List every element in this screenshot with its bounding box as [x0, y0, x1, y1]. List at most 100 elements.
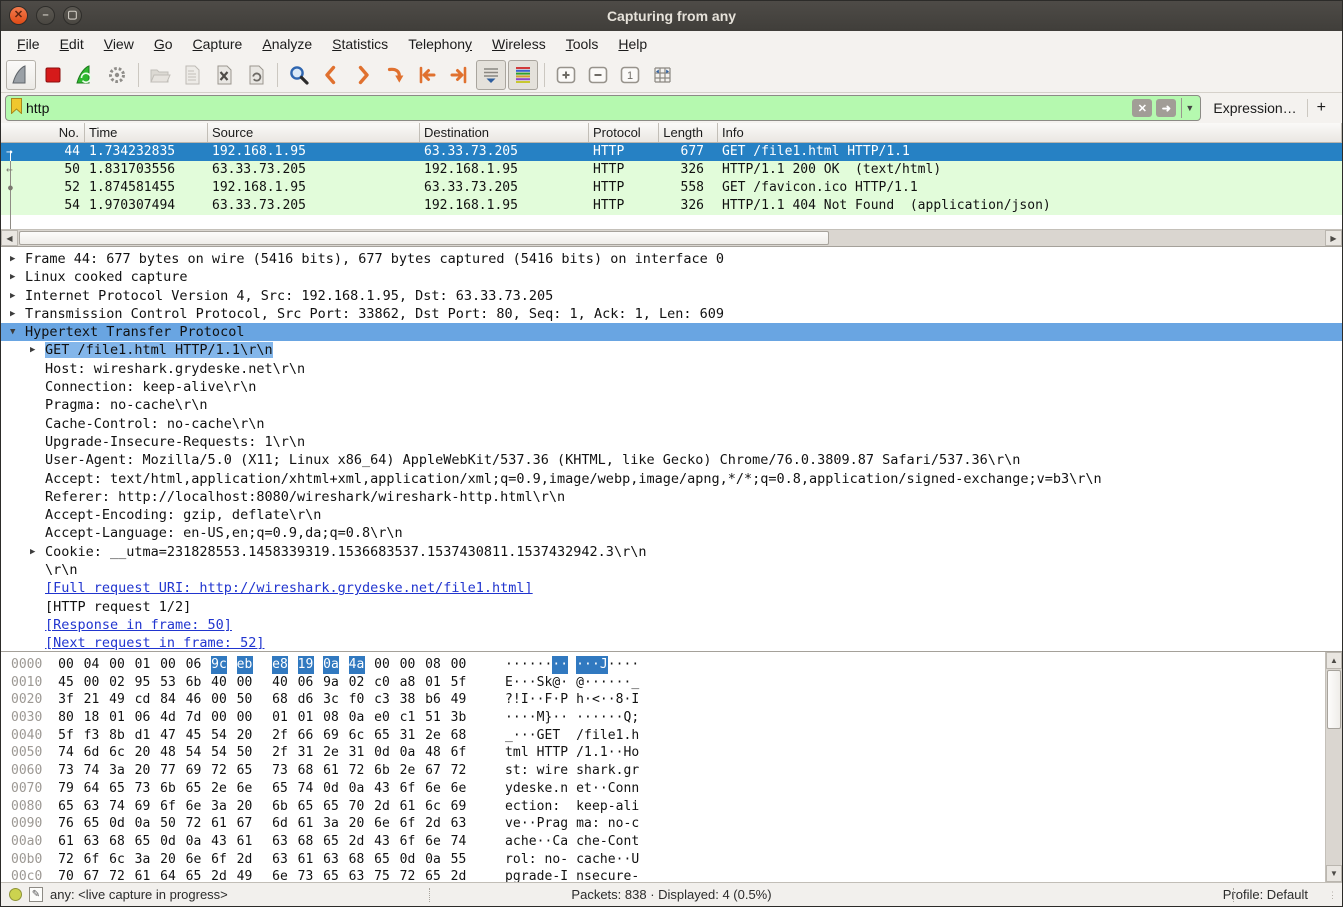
hex-row[interactable]: 00c07067726164652d496e7365637572652dpgra…	[1, 868, 1325, 882]
horizontal-scrollbar[interactable]: ◀ ▶	[1, 229, 1342, 246]
menu-help[interactable]: Help	[608, 33, 657, 55]
collapsed-arrow-icon[interactable]: ▶	[10, 305, 15, 323]
collapsed-arrow-icon[interactable]: ▶	[10, 268, 15, 286]
toolbar-file-close-button[interactable]	[209, 60, 239, 90]
detail-line[interactable]: ▶Transmission Control Protocol, Src Port…	[1, 305, 1342, 323]
hscroll-track[interactable]	[18, 230, 1325, 246]
expression-button[interactable]: Expression…	[1213, 100, 1296, 116]
hex-row[interactable]: 00405ff38bd1474554202f66696c65312e68_···…	[1, 727, 1325, 745]
menu-wireless[interactable]: Wireless	[482, 33, 556, 55]
detail-line[interactable]: \r\n	[1, 561, 1342, 579]
detail-line[interactable]: Pragma: no-cache\r\n	[1, 396, 1342, 414]
hex-row[interactable]: 0050746d6c20485454502f312e310d0a486ftml …	[1, 744, 1325, 762]
detail-line[interactable]: ▶Linux cooked capture	[1, 268, 1342, 286]
toolbar-resize-columns-button[interactable]	[647, 60, 677, 90]
packet-row[interactable]: ←501.83170355663.33.73.205192.168.1.95HT…	[1, 161, 1342, 179]
detail-line[interactable]: Upgrade-Insecure-Requests: 1\r\n	[1, 433, 1342, 451]
scroll-up-icon[interactable]: ▲	[1326, 652, 1342, 669]
detail-line[interactable]: Accept-Encoding: gzip, deflate\r\n	[1, 506, 1342, 524]
column-header-info[interactable]: Info	[718, 123, 1342, 142]
display-filter-input[interactable]	[22, 100, 1128, 116]
detail-line[interactable]: ▶Cookie: __utma=231828553.1458339319.153…	[1, 543, 1342, 561]
resize-grip[interactable]: ⋮⋮	[1328, 893, 1338, 903]
toolbar-go-back-button[interactable]	[316, 60, 346, 90]
packet-row[interactable]: →441.734232835192.168.1.9563.33.73.205HT…	[1, 143, 1342, 161]
hex-row[interactable]: 001045000295536b400040069a02c0a8015fE···…	[1, 674, 1325, 692]
maximize-window-icon[interactable]: ▢	[63, 6, 82, 25]
toolbar-go-forward-button[interactable]	[348, 60, 378, 90]
close-window-icon[interactable]: ✕	[9, 6, 28, 25]
collapsed-arrow-icon[interactable]: ▶	[10, 250, 15, 268]
add-filter-button-button[interactable]: +	[1308, 99, 1336, 117]
toolbar-find-packet-button[interactable]	[284, 60, 314, 90]
detail-line[interactable]: ▶Internet Protocol Version 4, Src: 192.1…	[1, 287, 1342, 305]
hex-row[interactable]: 006073743a2077697265736861726b2e6772st: …	[1, 762, 1325, 780]
hex-row[interactable]: 0030801801064d7d00000101080ae0c1513b····…	[1, 709, 1325, 727]
detail-line[interactable]: Accept: text/html,application/xhtml+xml,…	[1, 470, 1342, 488]
detail-line[interactable]: User-Agent: Mozilla/5.0 (X11; Linux x86_…	[1, 451, 1342, 469]
scroll-left-icon[interactable]: ◀	[1, 230, 18, 246]
capture-comment-icon[interactable]: ✎	[29, 887, 43, 902]
column-header-protocol[interactable]: Protocol	[589, 123, 659, 142]
menu-file[interactable]: File	[7, 33, 50, 55]
toolbar-file-save-button[interactable]	[177, 60, 207, 90]
toolbar-zoom-in-button[interactable]	[551, 60, 581, 90]
vscroll-track[interactable]	[1326, 669, 1342, 865]
toolbar-capture-options-button[interactable]	[102, 60, 132, 90]
column-header-time[interactable]: Time	[85, 123, 208, 142]
hex-row[interactable]: 0070796465736b652e6e65740d0a436f6e6eydes…	[1, 780, 1325, 798]
toolbar-colorize-button[interactable]	[508, 60, 538, 90]
column-header-no[interactable]: No.	[1, 123, 85, 142]
menu-telephony[interactable]: Telephony	[398, 33, 482, 55]
apply-filter-icon[interactable]: ➜	[1156, 99, 1176, 117]
toolbar-go-first-button[interactable]	[412, 60, 442, 90]
detail-line[interactable]: Host: wireshark.grydeske.net\r\n	[1, 360, 1342, 378]
vscroll-thumb[interactable]	[1327, 670, 1341, 729]
toolbar-auto-scroll-button[interactable]	[476, 60, 506, 90]
hex-row[interactable]: 00000004000100069cebe8190a4a00000800····…	[1, 656, 1325, 674]
detail-line[interactable]: Accept-Language: en-US,en;q=0.9,da;q=0.8…	[1, 524, 1342, 542]
vertical-scrollbar[interactable]: ▲ ▼	[1325, 652, 1342, 882]
hex-row[interactable]: 00b0726f6c3a206e6f2d63616368650d0a55rol:…	[1, 851, 1325, 869]
toolbar-go-last-button[interactable]	[444, 60, 474, 90]
hex-row[interactable]: 0080656374696f6e3a206b6565702d616c69ecti…	[1, 798, 1325, 816]
detail-line[interactable]: [Full request URI: http://wireshark.gryd…	[1, 579, 1342, 597]
collapsed-arrow-icon[interactable]: ▶	[30, 543, 35, 561]
packet-row[interactable]: 541.97030749463.33.73.205192.168.1.95HTT…	[1, 197, 1342, 215]
column-header-length[interactable]: Length	[659, 123, 718, 142]
menu-view[interactable]: View	[94, 33, 144, 55]
bookmark-icon[interactable]	[11, 98, 22, 119]
toolbar-zoom-original-button[interactable]: 1	[615, 60, 645, 90]
toolbar-zoom-out-button[interactable]	[583, 60, 613, 90]
toolbar-capture-restart-button[interactable]	[70, 60, 100, 90]
toolbar-capture-stop-button[interactable]	[38, 60, 68, 90]
detail-line[interactable]: ▶GET /file1.html HTTP/1.1\r\n	[1, 341, 1342, 359]
column-header-destination[interactable]: Destination	[420, 123, 589, 142]
clear-filter-icon[interactable]: ✕	[1132, 99, 1152, 117]
collapsed-arrow-icon[interactable]: ▶	[10, 287, 15, 305]
detail-line[interactable]: Connection: keep-alive\r\n	[1, 378, 1342, 396]
hex-row[interactable]: 00a0616368650d0a43616368652d436f6e74ache…	[1, 833, 1325, 851]
detail-line[interactable]: [Next request in frame: 52]	[1, 634, 1342, 651]
toolbar-capture-start-button[interactable]	[6, 60, 36, 90]
filter-history-chevron-icon[interactable]: ▼	[1181, 98, 1197, 118]
display-filter-field[interactable]: ✕ ➜ ▼	[5, 95, 1201, 121]
toolbar-file-reload-button[interactable]	[241, 60, 271, 90]
detail-line[interactable]: Referer: http://localhost:8080/wireshark…	[1, 488, 1342, 506]
scroll-down-icon[interactable]: ▼	[1326, 865, 1342, 882]
menu-analyze[interactable]: Analyze	[252, 33, 322, 55]
profile-text[interactable]: Profile: Default	[1223, 887, 1342, 902]
hex-row[interactable]: 00203f2149cd8446005068d63cf0c338b649?!I·…	[1, 691, 1325, 709]
column-header-source[interactable]: Source	[208, 123, 420, 142]
minimize-window-icon[interactable]: –	[36, 6, 55, 25]
detail-line[interactable]: ▶Frame 44: 677 bytes on wire (5416 bits)…	[1, 250, 1342, 268]
collapsed-arrow-icon[interactable]: ▶	[30, 341, 35, 359]
menu-capture[interactable]: Capture	[183, 33, 253, 55]
detail-line[interactable]: ▼Hypertext Transfer Protocol	[1, 323, 1342, 341]
detail-line[interactable]: [Response in frame: 50]	[1, 616, 1342, 634]
scroll-right-icon[interactable]: ▶	[1325, 230, 1342, 246]
detail-line[interactable]: [HTTP request 1/2]	[1, 598, 1342, 616]
hex-row[interactable]: 009076650d0a507261676d613a206e6f2d63ve··…	[1, 815, 1325, 833]
menu-tools[interactable]: Tools	[556, 33, 609, 55]
menu-go[interactable]: Go	[144, 33, 183, 55]
